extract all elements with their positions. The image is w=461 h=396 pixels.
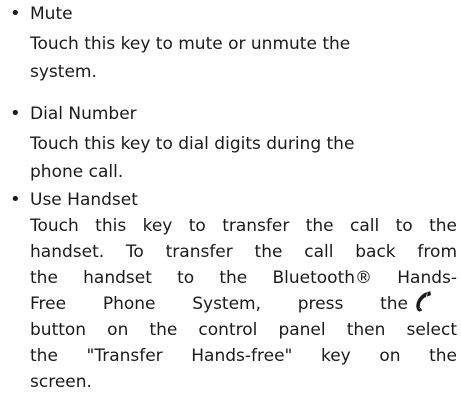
description-line: screen. <box>30 372 92 392</box>
manual-page: • Mute Touch this key to mute or unmute … <box>0 0 461 392</box>
description-line: phone call. <box>30 162 124 182</box>
description-line: button on the control panel then select <box>30 320 457 340</box>
description-line: system. <box>30 62 97 82</box>
term-dial-number: Dial Number <box>30 104 137 124</box>
description-line: Touch this key to dial digits during the <box>30 134 355 154</box>
term-use-handset: Use Handset <box>30 190 138 210</box>
description-line: handset. To transfer the call back from <box>30 242 457 262</box>
description-line: the "Transfer Hands-free" key on the <box>30 346 457 366</box>
description-text: Free Phone System, press the <box>30 294 408 314</box>
description-line: Touch this key to mute or unmute the <box>30 34 351 54</box>
bullet: • <box>10 103 21 124</box>
description-line: the handset to the Bluetooth® Hands- <box>30 268 457 288</box>
bullet: • <box>10 189 21 210</box>
description-line: Touch this key to transfer the call to t… <box>30 216 457 236</box>
bullet: • <box>10 3 21 24</box>
term-mute: Mute <box>30 4 73 24</box>
